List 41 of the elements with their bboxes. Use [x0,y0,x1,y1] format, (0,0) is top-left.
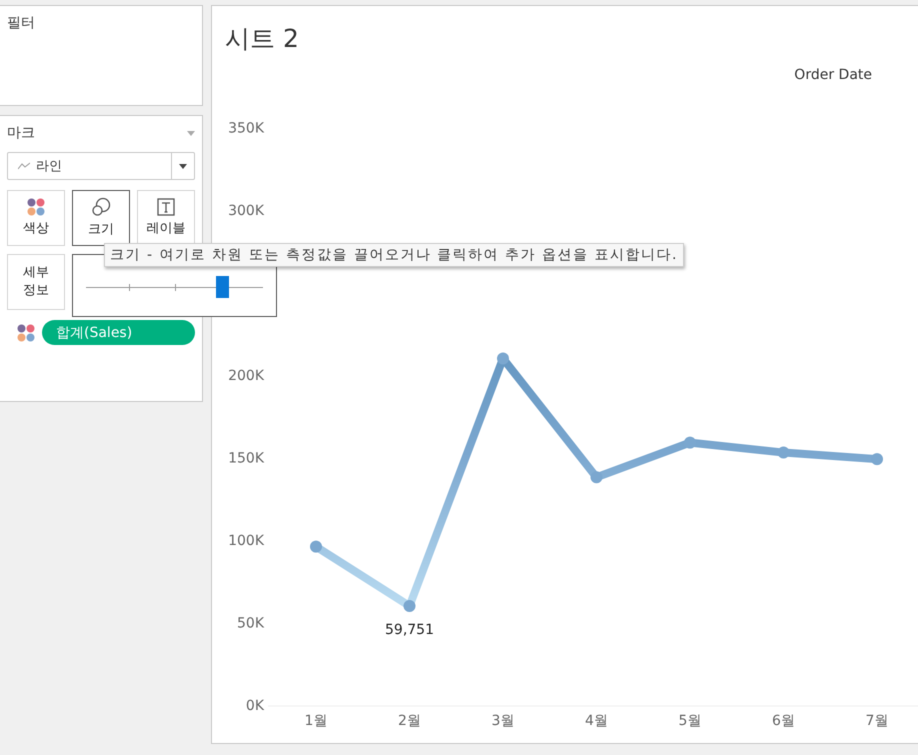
axis-label: 4월 [585,713,608,729]
axis-label: 100K [228,533,264,549]
axis-label: 50K [237,616,264,632]
axis-label: 300K [228,203,264,219]
color-dots-icon [17,324,35,342]
panel-title: 필터 [7,14,36,32]
axis-label: 7월 [866,713,888,729]
data-point [590,471,602,484]
data-point [310,540,322,553]
panel-title: 마크 [7,124,35,142]
axis-label: 200K [228,368,264,384]
text-icon [157,198,175,216]
caret-icon[interactable] [187,130,195,136]
line-chart-icon [18,162,30,170]
marks-card-button[interactable]: 색상 [7,190,65,246]
axis-label: 2월 [398,713,421,729]
data-point [497,352,509,364]
axis-label: 3월 [492,713,514,729]
column-header: Order Date [794,67,872,83]
caret-icon [179,164,187,168]
tooltip: 크기 - 여기로 차원 또는 측정값을 끌어오거나 클릭하여 추가 옵션을 표시합니다. [104,243,684,267]
axis-label: 6월 [772,713,795,729]
data-point [778,446,790,459]
sheet-title: 시트 2 [225,23,300,55]
axis-label: 350K [228,120,264,136]
marks-card-button[interactable]: 크기 [72,190,130,246]
axis-label: 0K [246,698,264,714]
data-point [404,600,416,612]
data-point [871,453,883,466]
marks-card-button[interactable]: 세부 정보 [7,254,65,310]
circles-icon [91,197,111,218]
data-label: 59,751 [385,622,434,638]
slider-thumb[interactable] [216,276,230,298]
color-dots-icon [27,198,45,216]
axis-label: 150K [228,450,264,466]
axis-label: 5월 [678,713,702,729]
data-point [684,436,696,449]
marks-card-button[interactable]: 레이블 [137,190,195,246]
axis-label: 1월 [304,713,328,729]
mark-type-dropdown[interactable]: 라인 [7,152,195,180]
mark-type-value: 라인 [36,158,62,175]
